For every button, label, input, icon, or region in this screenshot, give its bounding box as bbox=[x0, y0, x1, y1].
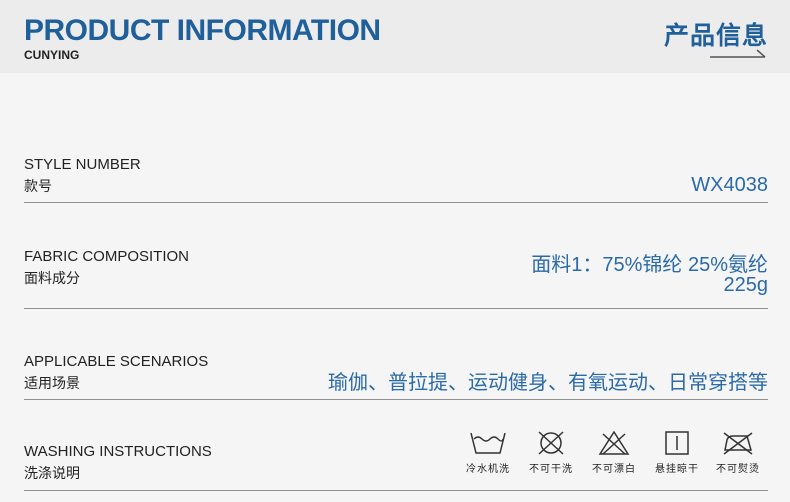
style-number-label: STYLE NUMBER bbox=[24, 156, 141, 173]
washing-icons: 冷水机洗 不可干洗 不可漂白 悬挂晾干 不可熨烫 bbox=[458, 430, 768, 480]
header-bar: PRODUCT INFORMATION CUNYING 产品信息 bbox=[0, 0, 790, 73]
page-title: PRODUCT INFORMATION bbox=[24, 14, 381, 47]
style-number-row: STYLE NUMBER 款号 WX4038 bbox=[24, 150, 768, 203]
style-number-value: WX4038 bbox=[691, 174, 768, 196]
hang-dry-label: 悬挂晾干 bbox=[655, 464, 699, 475]
hang-dry-icon bbox=[665, 431, 689, 455]
fabric-weight-value: 225g bbox=[723, 274, 769, 296]
no-iron-label: 不可熨烫 bbox=[716, 464, 760, 475]
wash-item-no-bleach: 不可漂白 bbox=[584, 430, 644, 475]
wash-item-no-dry-clean: 不可干洗 bbox=[521, 430, 581, 475]
applicable-scenarios-row: APPLICABLE SCENARIOS 适用场景 瑜伽、普拉提、运动健身、有氧… bbox=[24, 345, 768, 400]
style-number-label-cn: 款号 bbox=[24, 178, 52, 194]
washing-instructions-row: WASHING INSTRUCTIONS 洗涤说明 冷水机洗 不可干洗 不可漂白… bbox=[24, 430, 768, 491]
applicable-scenarios-value: 瑜伽、普拉提、运动健身、有氧运动、日常穿搭等 bbox=[328, 372, 768, 394]
cold-wash-icon bbox=[470, 432, 506, 454]
cold-wash-label: 冷水机洗 bbox=[466, 464, 510, 475]
no-dry-clean-icon bbox=[538, 431, 564, 455]
fabric-composition-row: FABRIC COMPOSITION 面料成分 面料1：75%锦纶 25%氨纶 … bbox=[24, 240, 768, 309]
fabric-composition-label-cn: 面料成分 bbox=[24, 270, 80, 286]
fabric-composition-label: FABRIC COMPOSITION bbox=[24, 248, 190, 265]
brand-subtitle: CUNYING bbox=[24, 48, 80, 62]
no-dry-clean-label: 不可干洗 bbox=[529, 464, 573, 475]
page-title-cn: 产品信息 bbox=[663, 22, 768, 50]
wash-item-hang-dry: 悬挂晾干 bbox=[647, 430, 707, 475]
fabric-composition-value: 面料1：75%锦纶 25%氨纶 bbox=[531, 254, 768, 276]
washing-instructions-label-cn: 洗涤说明 bbox=[24, 465, 80, 481]
arrow-right-icon bbox=[710, 49, 766, 58]
no-bleach-label: 不可漂白 bbox=[592, 464, 636, 475]
wash-item-cold: 冷水机洗 bbox=[458, 430, 518, 475]
applicable-scenarios-label: APPLICABLE SCENARIOS bbox=[24, 353, 209, 370]
applicable-scenarios-label-cn: 适用场景 bbox=[24, 375, 80, 391]
washing-instructions-label: WASHING INSTRUCTIONS bbox=[24, 443, 212, 460]
no-bleach-icon bbox=[598, 430, 630, 455]
wash-item-no-iron: 不可熨烫 bbox=[708, 430, 768, 475]
no-iron-icon bbox=[723, 432, 753, 455]
